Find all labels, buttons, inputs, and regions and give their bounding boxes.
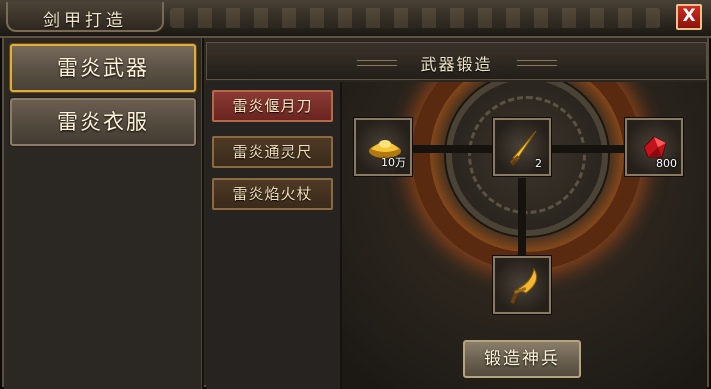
weapon-item-label: 雷炎焰火杖 [232,185,313,203]
category-label: 雷炎武器 [57,56,149,80]
category-label: 雷炎衣服 [57,110,149,134]
result-slot[interactable] [493,256,551,314]
header-ornament-right [517,60,557,66]
weapon-item-spirit-ruler[interactable]: 雷炎通灵尺 [212,136,333,168]
weapon-list: 雷炎偃月刀 雷炎通灵尺 雷炎焰火杖 [206,82,342,389]
panel-title: 武器锻造 [420,55,493,74]
weapon-item-flame-staff[interactable]: 雷炎焰火杖 [212,178,333,210]
material-count: 10万 [381,156,406,169]
close-button[interactable]: X [676,4,702,30]
material-count: 800 [656,157,677,170]
weapon-item-label: 雷炎通灵尺 [232,143,313,161]
golden-blade-icon [510,267,538,304]
material-slot-sword[interactable]: 2 [493,118,551,176]
forge-window: 剑甲打造 X 雷炎武器 雷炎衣服 武器锻造 雷炎偃月刀 雷炎通灵尺 雷炎焰火杖 [0,0,711,389]
title-bar: 剑甲打造 X [0,0,711,38]
forge-area: 10万 2 800 锻造神兵 [342,82,707,389]
material-slot-gold[interactable]: 10万 [354,118,412,176]
forge-button[interactable]: 锻造神兵 [463,340,581,378]
connector-vertical [518,178,526,258]
category-column: 雷炎武器 雷炎衣服 [4,38,204,389]
window-title: 剑甲打造 [43,11,127,31]
weapon-item-label: 雷炎偃月刀 [232,97,313,115]
category-button-thunder-weapon[interactable]: 雷炎武器 [10,44,196,92]
material-slot-gem[interactable]: 800 [625,118,683,176]
title-tab: 剑甲打造 [6,2,164,32]
panel-header: 武器锻造 [206,42,707,80]
close-icon: X [682,6,696,26]
material-count: 2 [535,157,542,170]
weapon-item-crescent-blade[interactable]: 雷炎偃月刀 [212,90,333,122]
category-button-thunder-armor[interactable]: 雷炎衣服 [10,98,196,146]
